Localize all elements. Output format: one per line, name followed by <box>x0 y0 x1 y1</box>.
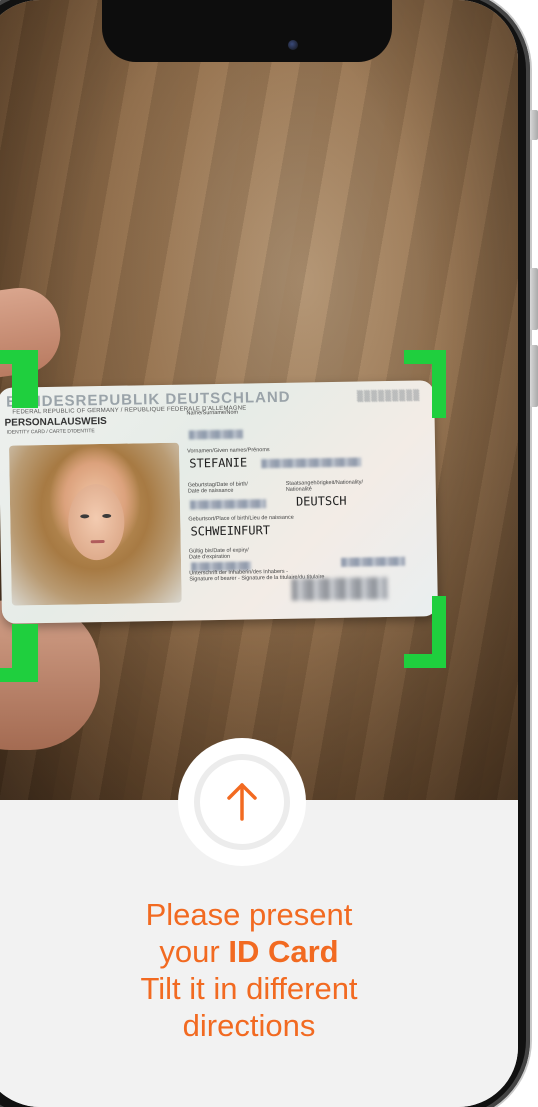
id-signature-blurred <box>291 577 388 601</box>
instruction-line-1: Please present <box>145 897 353 932</box>
phone-screen: BUNDESREPUBLIK DEUTSCHLAND FEDERAL REPUB… <box>0 0 518 1107</box>
instruction-text: Please present your ID Card Tilt it in d… <box>0 896 518 1044</box>
device-canvas: BUNDESREPUBLIK DEUTSCHLAND FEDERAL REPUB… <box>0 0 538 1107</box>
id-label-nationality: Staatsangehörigkeit/Nationality/ Nationa… <box>285 479 364 493</box>
id-label-expiry: Gültig bis/Date of expiry/ Date d'expira… <box>188 547 249 561</box>
id-label-given-names: Vornamen/Given names/Prénoms <box>187 447 270 455</box>
instruction-document-name: ID Card <box>228 934 339 969</box>
id-place-of-birth: SCHWEINFURT <box>190 523 271 539</box>
instruction-line-4: directions <box>182 1008 316 1043</box>
id-given-name: STEFANIE <box>189 455 248 471</box>
phone-notch <box>102 0 392 62</box>
id-card-type-en: IDENTITY CARD / CARTE D'IDENTITE <box>6 428 95 436</box>
id-can-blurred <box>340 556 406 567</box>
side-button-top <box>530 110 538 140</box>
side-button-volume-up <box>530 268 538 330</box>
id-dob-blurred <box>189 499 267 510</box>
scan-frame-corner-top-right <box>404 350 446 418</box>
scan-frame-corner-bottom-left <box>0 624 38 682</box>
id-label-surname: Name/Surname/Nom <box>186 409 239 417</box>
id-label-place-of-birth: Geburtsort/Place of birth/Lieu de naissa… <box>188 514 294 523</box>
scan-frame-corner-bottom-right <box>404 596 446 668</box>
id-card-photo <box>8 442 182 606</box>
id-card: BUNDESREPUBLIK DEUTSCHLAND FEDERAL REPUB… <box>0 380 439 624</box>
id-nationality: DEUTSCH <box>295 493 347 509</box>
scan-frame-corner-top-left <box>0 350 38 408</box>
instruction-line-2-prefix: your <box>159 934 229 969</box>
camera-view: BUNDESREPUBLIK DEUTSCHLAND FEDERAL REPUB… <box>0 0 518 805</box>
side-button-volume-down <box>530 345 538 407</box>
id-surname-blurred <box>188 429 243 440</box>
id-label-dob: Geburtstag/Date of birth/ Date de naissa… <box>187 481 248 495</box>
id-card-type: PERSONALAUSWEIS <box>4 415 107 429</box>
id-given-name-blurred <box>261 457 362 469</box>
arrow-up-icon <box>227 783 257 821</box>
instruction-line-2: your ID Card <box>0 933 518 970</box>
instruction-line-3: Tilt it in different <box>140 971 358 1006</box>
front-camera <box>288 40 298 50</box>
arrow-badge <box>178 738 306 866</box>
